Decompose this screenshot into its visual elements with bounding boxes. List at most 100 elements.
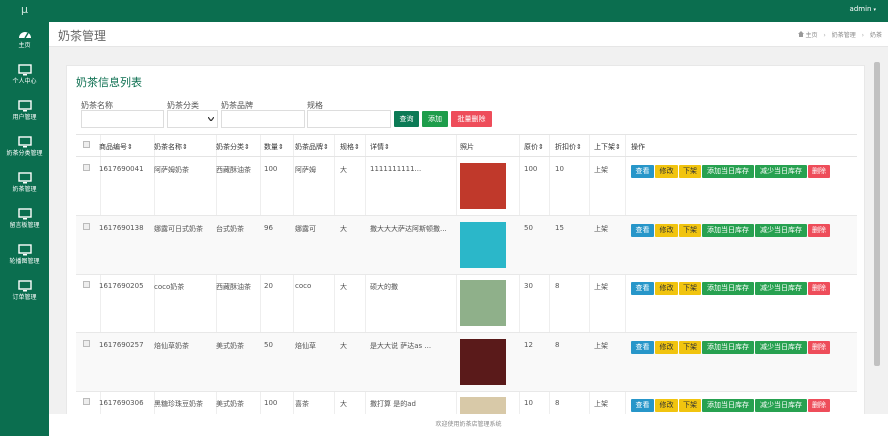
user-name[interactable]: admin: [850, 5, 872, 13]
add-button[interactable]: 添加: [422, 111, 448, 127]
chevron-down-icon[interactable]: ▾: [873, 7, 876, 13]
cell-name: 阿萨姆奶茶: [154, 166, 189, 174]
header-actions: 操作: [631, 143, 645, 151]
header-discount[interactable]: 折扣价⇕: [555, 142, 582, 152]
table-row: 1617690041 阿萨姆奶茶 西藏酥油茶 100 阿萨姆 大 1111111111...…: [76, 157, 857, 216]
header-spec[interactable]: 规格⇕: [340, 142, 360, 152]
sidebar-item-milk-tea[interactable]: 奶茶管理: [0, 168, 49, 202]
panel-title: 奶茶信息列表: [76, 76, 142, 89]
cell-detail: 是大大说 萨达as ...: [370, 341, 432, 350]
add-stock-button[interactable]: 添加当日库存: [702, 223, 754, 237]
product-photo: [460, 163, 506, 209]
reduce-stock-button[interactable]: 减少当日库存: [755, 165, 807, 178]
add-stock-button[interactable]: 添加当日库存: [702, 165, 754, 178]
edit-button[interactable]: 修改: [655, 340, 678, 354]
row-checkbox[interactable]: [83, 398, 90, 405]
view-button[interactable]: 查看: [631, 340, 654, 354]
row-checkbox[interactable]: [83, 164, 90, 171]
view-button[interactable]: 查看: [631, 282, 654, 295]
header-price[interactable]: 原价⇕: [524, 142, 544, 152]
cell-brand: 阿萨姆: [295, 166, 316, 174]
footer: 欢迎使用奶茶店管理系统: [49, 414, 888, 436]
header-status[interactable]: 上下架⇕: [594, 142, 621, 152]
cell-spec: 大: [340, 166, 347, 174]
off-shelf-button[interactable]: 下架: [679, 165, 701, 178]
edit-button[interactable]: 修改: [655, 165, 678, 178]
product-photo: [460, 221, 506, 268]
row-checkbox[interactable]: [83, 281, 90, 288]
row-checkbox[interactable]: [83, 339, 90, 347]
delete-button[interactable]: 删除: [808, 282, 830, 295]
sidebar-item-home[interactable]: 主页: [0, 24, 49, 58]
breadcrumb-milk-tea-manage[interactable]: 奶茶管理: [832, 32, 856, 39]
delete-button[interactable]: 删除: [808, 223, 830, 237]
breadcrumb-home[interactable]: 主页: [805, 32, 817, 39]
cell-price: 30: [524, 282, 533, 290]
breadcrumb: 主页 › 奶茶管理 › 奶茶: [797, 30, 882, 39]
cell-spec: 大: [340, 283, 347, 291]
product-photo: [460, 338, 506, 385]
row-checkbox[interactable]: [83, 222, 90, 230]
sidebar-item-profile[interactable]: 个人中心: [0, 60, 49, 94]
reduce-stock-button[interactable]: 减少当日库存: [755, 282, 807, 295]
cell-name: 焙仙草奶茶: [154, 341, 189, 350]
reduce-stock-button[interactable]: 减少当日库存: [755, 223, 807, 237]
header-qty[interactable]: 数量⇕: [264, 142, 284, 152]
search-button[interactable]: 查询: [394, 111, 419, 127]
product-photo: [460, 280, 506, 326]
cell-detail: 撒大大大萨达阿斯顿撒...: [370, 224, 447, 233]
off-shelf-button[interactable]: 下架: [679, 282, 701, 295]
view-button[interactable]: 查看: [631, 223, 654, 237]
batch-delete-button[interactable]: 批量删除: [451, 111, 492, 127]
reduce-stock-button[interactable]: 减少当日库存: [755, 340, 807, 354]
table-header: 商品编号⇕ 奶茶名称⇕ 奶茶分类⇕ 数量⇕ 奶茶品牌⇕ 规格⇕ 详情⇕ 照片 原…: [76, 135, 857, 157]
table-row: 1617690257 焙仙草奶茶 美式奶茶 50 焙仙草 大 是大大说 萨达as ... 12…: [76, 332, 857, 392]
view-button[interactable]: 查看: [631, 165, 654, 178]
add-stock-button[interactable]: 添加当日库存: [702, 399, 754, 412]
edit-button[interactable]: 修改: [655, 282, 678, 295]
delete-button[interactable]: 删除: [808, 399, 830, 412]
sidebar-item-carousel[interactable]: 轮播图管理: [0, 240, 49, 274]
sidebar-item-messages[interactable]: 留言板管理: [0, 204, 49, 238]
chevron-down-icon[interactable]: [208, 117, 214, 121]
sidebar-item-category[interactable]: 奶茶分类管理: [0, 132, 49, 166]
breadcrumb-separator: ›: [823, 32, 826, 39]
delete-button[interactable]: 删除: [808, 340, 830, 354]
breadcrumb-current: 奶茶: [869, 32, 882, 39]
add-stock-button[interactable]: 添加当日库存: [702, 282, 754, 295]
cell-detail: 硕大的撒: [370, 283, 398, 291]
name-filter-input[interactable]: [81, 110, 164, 128]
select-all-checkbox[interactable]: [83, 141, 90, 148]
header-name[interactable]: 奶茶名称⇕: [154, 142, 188, 152]
dashboard-icon: [18, 32, 31, 39]
edit-button[interactable]: 修改: [655, 223, 678, 237]
delete-button[interactable]: 删除: [808, 165, 830, 178]
header-brand[interactable]: 奶茶品牌⇕: [295, 142, 329, 152]
off-shelf-button[interactable]: 下架: [679, 340, 701, 354]
cell-name: 黑糖珍珠豆奶茶: [154, 400, 203, 408]
sidebar-item-users[interactable]: 用户管理: [0, 96, 49, 130]
view-button[interactable]: 查看: [631, 399, 654, 412]
header-id[interactable]: 商品编号⇕: [99, 142, 133, 152]
header-detail[interactable]: 详情⇕: [370, 142, 390, 152]
brand-filter-input[interactable]: [221, 110, 305, 128]
off-shelf-button[interactable]: 下架: [679, 223, 701, 237]
reduce-stock-button[interactable]: 减少当日库存: [755, 399, 807, 412]
scrollbar-thumb[interactable]: [874, 62, 880, 366]
breadcrumb-separator: ›: [861, 32, 865, 39]
table-row: 1617690138 娜露可日式奶茶 台式奶茶 96 娜露可 大 撒大大大萨达阿斯顿撒...…: [76, 215, 857, 275]
monitor-icon: [17, 136, 32, 148]
cell-discount: 15: [555, 223, 564, 232]
off-shelf-button[interactable]: 下架: [679, 399, 701, 412]
header-category[interactable]: 奶茶分类⇕: [216, 142, 250, 152]
cell-id: 1617690306: [99, 399, 144, 407]
cell-discount: 8: [555, 340, 560, 349]
add-stock-button[interactable]: 添加当日库存: [702, 340, 754, 354]
sidebar-item-label: 留言板管理: [9, 222, 40, 229]
cell-spec: 大: [340, 224, 347, 233]
edit-button[interactable]: 修改: [655, 399, 678, 412]
sidebar-item-orders[interactable]: 订单管理: [0, 276, 49, 310]
user-menu[interactable]: admin ▾: [850, 5, 876, 13]
milk-tea-table: 商品编号⇕ 奶茶名称⇕ 奶茶分类⇕ 数量⇕ 奶茶品牌⇕ 规格⇕ 详情⇕ 照片 原…: [76, 134, 857, 424]
spec-filter-input[interactable]: [307, 110, 391, 128]
